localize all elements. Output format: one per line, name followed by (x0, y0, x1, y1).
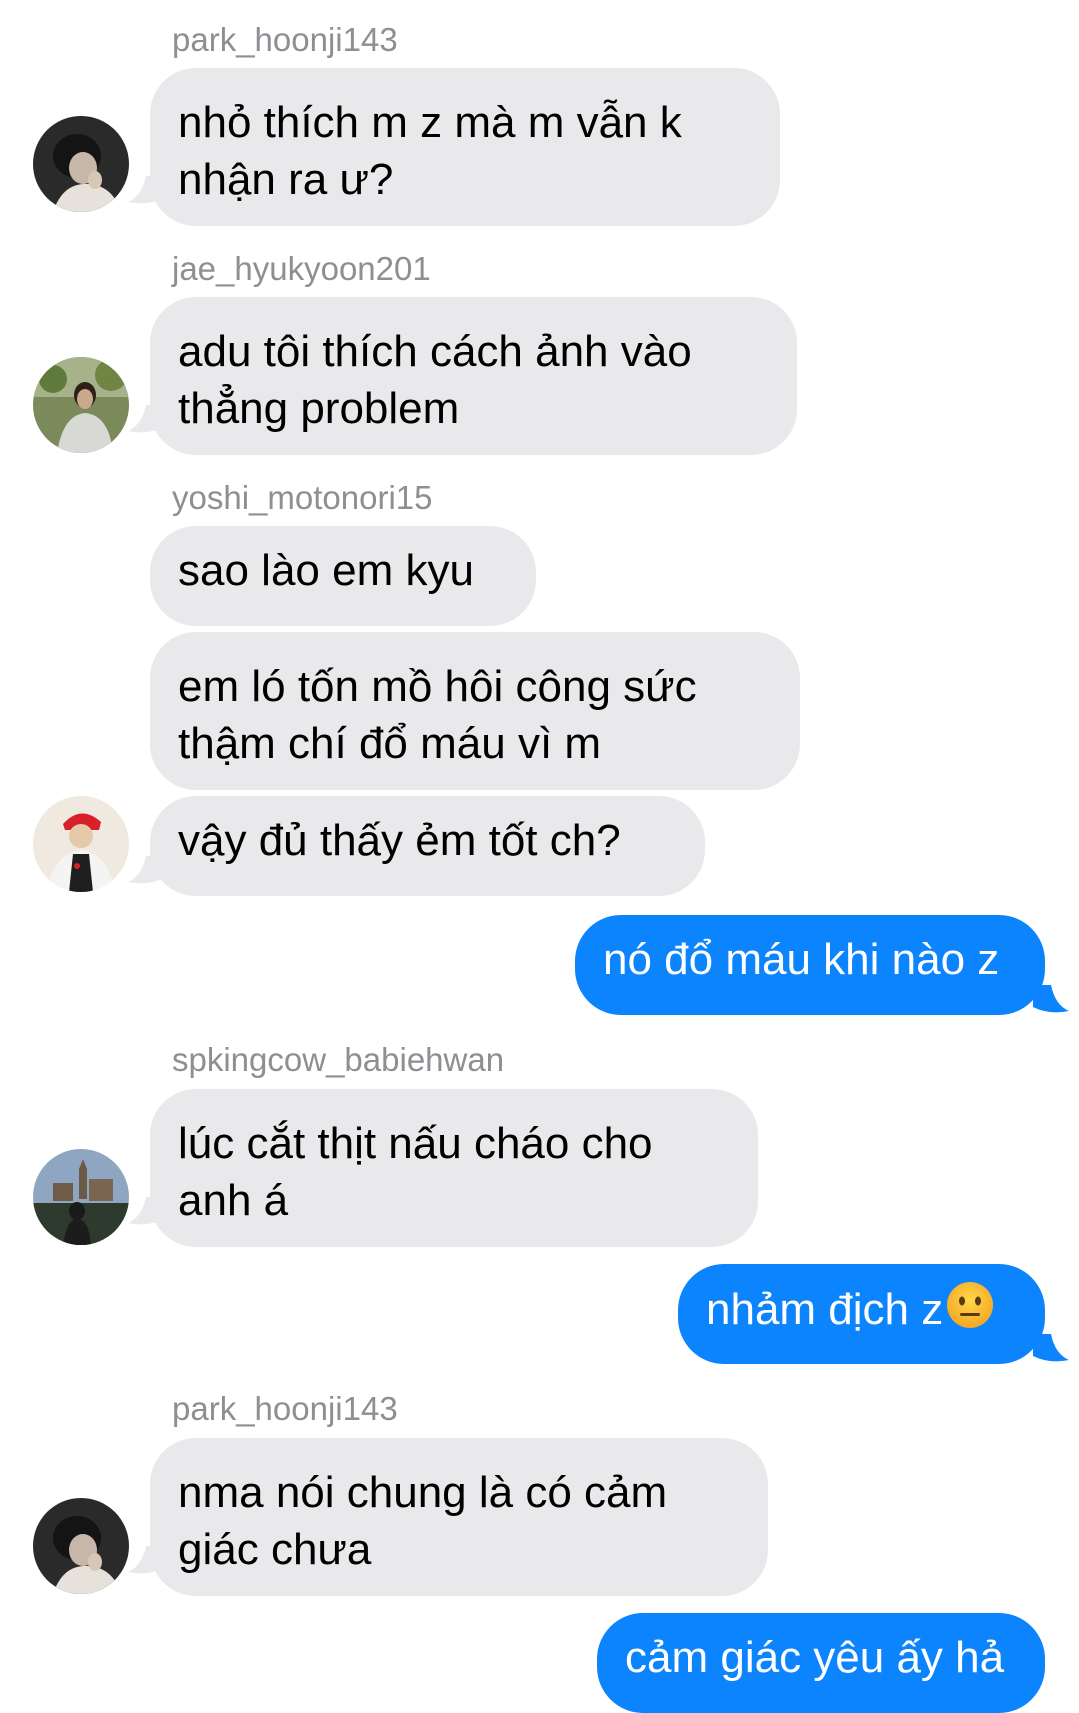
profile-photo-motonori (33, 796, 129, 892)
avatar[interactable] (33, 796, 129, 892)
message-bubble[interactable]: nhỏ thích m z mà m vẫn k nhận ra ư? (150, 68, 780, 226)
message-bubble-outgoing[interactable]: nhảm địch z (678, 1264, 1045, 1364)
message-bubble[interactable]: adu tôi thích cách ảnh vào thẳng problem (150, 297, 797, 455)
avatar[interactable] (33, 116, 129, 212)
message-bubble-outgoing[interactable]: cảm giác yêu ấy hả (597, 1613, 1045, 1713)
sender-name: park_hoonji143 (172, 1390, 398, 1427)
avatar[interactable] (33, 1149, 129, 1245)
message-bubble[interactable]: sao lào em kyu (150, 526, 536, 626)
neutral-face-emoji-icon (947, 1282, 994, 1328)
message-bubble[interactable]: nma nói chung là có cảm giác chưa (150, 1438, 768, 1596)
avatar[interactable] (33, 357, 129, 453)
message-bubble[interactable]: em ló tốn mồ hôi công sức thậm chí đổ má… (150, 632, 800, 790)
profile-photo-hoonji (33, 1498, 129, 1594)
message-text: nhảm địch z (706, 1285, 944, 1334)
message-thread: park_hoonji143 nhỏ thích m z mà m vẫn k … (0, 0, 1079, 1713)
avatar[interactable] (33, 1498, 129, 1594)
sender-name: spkingcow_babiehwan (172, 1041, 505, 1078)
message-bubble[interactable]: vậy đủ thấy ẻm tốt ch? (150, 796, 705, 896)
bubble-tail (1033, 985, 1069, 1013)
message-bubble-outgoing[interactable]: nó đổ máu khi nào z (575, 915, 1045, 1015)
message-bubble[interactable]: lúc cắt thịt nấu cháo cho anh á (150, 1089, 758, 1247)
sender-name: yoshi_motonori15 (172, 479, 433, 516)
sender-name: jae_hyukyoon201 (172, 250, 431, 287)
bubble-tail (1033, 1334, 1069, 1362)
sender-name: park_hoonji143 (172, 21, 398, 58)
profile-photo-babiehwan (33, 1149, 129, 1245)
profile-photo-hyukyoon (33, 357, 129, 453)
profile-photo-hoonji (33, 116, 129, 212)
